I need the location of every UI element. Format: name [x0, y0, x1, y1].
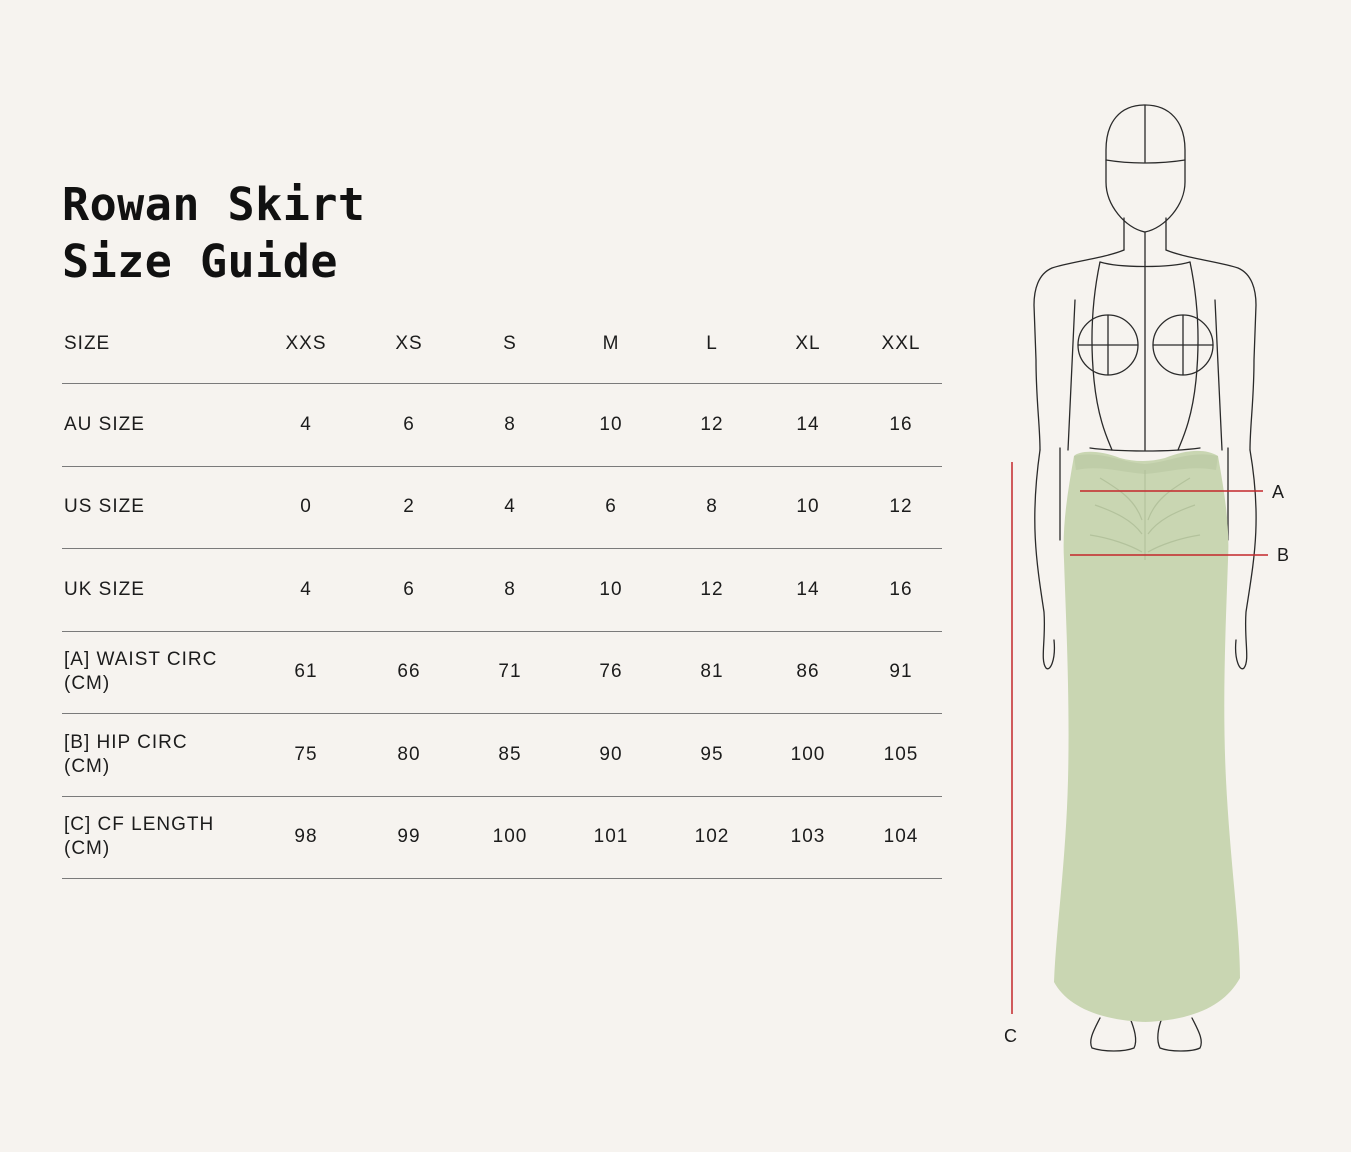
table-cell: 8 — [504, 578, 516, 600]
table-cell: 14 — [796, 413, 820, 435]
table-cell: 104 — [883, 826, 919, 848]
table-cell: 4 — [300, 578, 312, 600]
header-cell: S — [503, 333, 517, 354]
row-label: UK SIZE — [64, 578, 145, 600]
table-cell: 2 — [403, 496, 415, 518]
table-row-waist-circ: [A] WAIST CIRC (CM) 61 66 71 76 81 86 91 — [62, 632, 942, 714]
table-cell: 10 — [599, 578, 623, 600]
table-row-cf-length: [C] CF LENGTH (CM) 98 99 100 101 102 103… — [62, 797, 942, 879]
skirt — [1054, 450, 1240, 1022]
row-label: [C] CF LENGTH (CM) — [64, 814, 215, 860]
header-cell: XL — [795, 333, 821, 354]
table-cell: 16 — [889, 413, 913, 435]
label-b: B — [1277, 545, 1289, 565]
table-cell: 85 — [498, 743, 522, 765]
title-line-2: Size Guide — [62, 235, 338, 288]
table-cell: 98 — [294, 826, 318, 848]
table-cell: 75 — [294, 743, 318, 765]
table-cell: 100 — [492, 826, 528, 848]
table-cell: 12 — [889, 496, 913, 518]
table-cell: 4 — [504, 496, 516, 518]
row-label: US SIZE — [64, 496, 145, 518]
header-cell: XXL — [881, 333, 921, 354]
size-table: SIZE XXS XS S M L XL XXL AU SIZE 4 6 8 1… — [62, 305, 942, 879]
label-a: A — [1272, 482, 1284, 502]
table-cell: 99 — [397, 826, 421, 848]
table-row-uk-size: UK SIZE 4 6 8 10 12 14 16 — [62, 549, 942, 632]
row-label: AU SIZE — [64, 413, 145, 435]
table-row-us-size: US SIZE 0 2 4 6 8 10 12 — [62, 467, 942, 549]
table-cell: 95 — [700, 743, 724, 765]
row-label: [A] WAIST CIRC (CM) — [64, 649, 218, 695]
header-label: SIZE — [64, 333, 111, 354]
header-cell: M — [602, 333, 620, 354]
label-c: C — [1004, 1026, 1017, 1046]
table-cell: 101 — [593, 826, 629, 848]
table-cell: 6 — [605, 496, 617, 518]
header-cell: XS — [395, 333, 423, 354]
table-cell: 10 — [796, 496, 820, 518]
table-cell: 4 — [300, 413, 312, 435]
page-title: Rowan Skirt Size Guide — [62, 176, 366, 290]
table-row-hip-circ: [B] HIP CIRC (CM) 75 80 85 90 95 100 105 — [62, 714, 942, 797]
mannequin-figure: A B C — [1004, 104, 1289, 1052]
table-cell: 10 — [599, 413, 623, 435]
table-cell: 102 — [694, 826, 730, 848]
table-cell: 86 — [796, 661, 820, 683]
table-cell: 12 — [700, 578, 724, 600]
table-cell: 61 — [294, 661, 318, 683]
table-header-row: SIZE XXS XS S M L XL XXL — [62, 305, 942, 384]
table-cell: 12 — [700, 413, 724, 435]
table-cell: 103 — [790, 826, 826, 848]
header-cell: L — [706, 333, 718, 354]
table-cell: 76 — [599, 661, 623, 683]
table-cell: 16 — [889, 578, 913, 600]
header-cell: XXS — [285, 333, 327, 354]
table-cell: 8 — [504, 413, 516, 435]
table-cell: 91 — [889, 661, 913, 683]
table-cell: 6 — [403, 578, 415, 600]
table-cell: 71 — [498, 661, 522, 683]
table-cell: 105 — [883, 743, 919, 765]
right-foot — [1157, 1017, 1202, 1052]
table-cell: 80 — [397, 743, 421, 765]
table-row-au-size: AU SIZE 4 6 8 10 12 14 16 — [62, 384, 942, 467]
table-cell: 66 — [397, 661, 421, 683]
title-line-1: Rowan Skirt — [62, 178, 366, 231]
table-cell: 0 — [300, 496, 312, 518]
table-cell: 6 — [403, 413, 415, 435]
table-cell: 90 — [599, 743, 623, 765]
left-foot — [1090, 1017, 1137, 1052]
table-cell: 8 — [706, 496, 718, 518]
table-cell: 14 — [796, 578, 820, 600]
row-label: [B] HIP CIRC (CM) — [64, 731, 188, 777]
table-cell: 81 — [700, 661, 724, 683]
table-cell: 100 — [790, 743, 826, 765]
